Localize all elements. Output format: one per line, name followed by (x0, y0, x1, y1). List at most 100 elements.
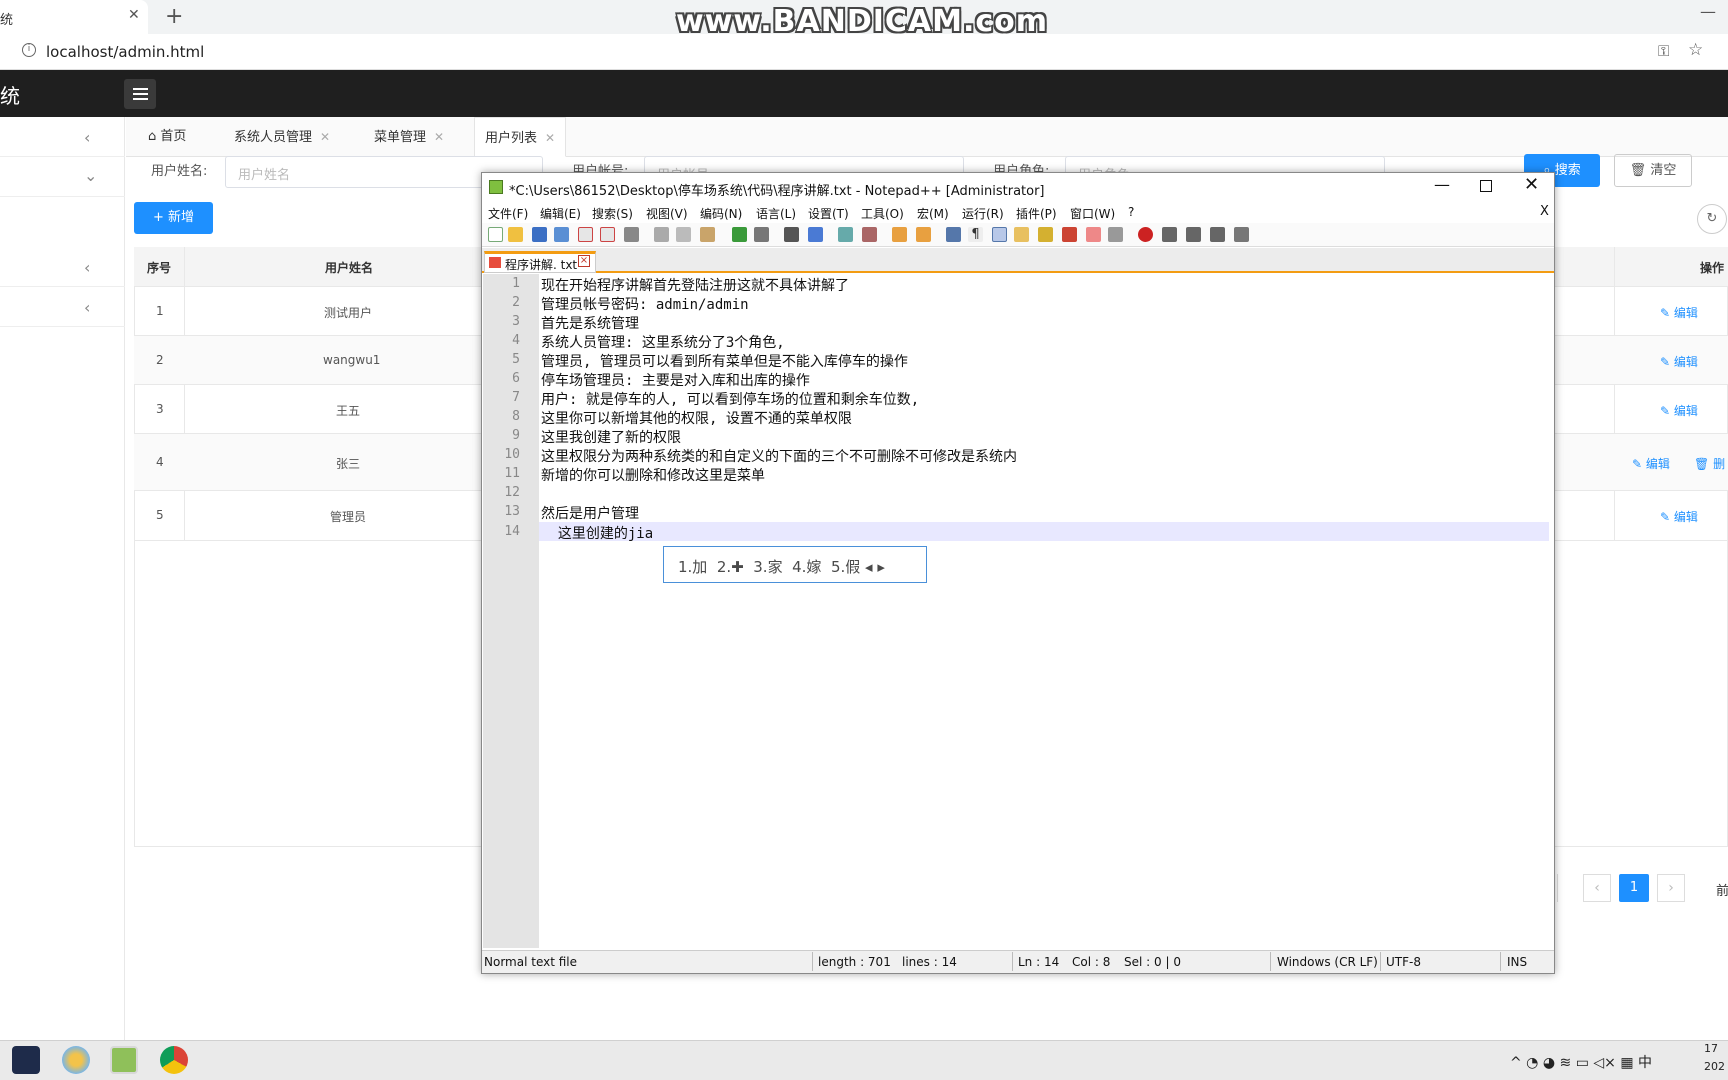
menu-toggle-button[interactable] (124, 79, 156, 109)
menu-encoding[interactable]: 编码(N) (700, 205, 742, 222)
copy-icon[interactable] (676, 227, 691, 242)
save-all-icon[interactable] (554, 227, 569, 242)
delete-button[interactable]: 🗑︎ 删 (1694, 455, 1725, 472)
bookmark-star-icon[interactable]: ☆ (1688, 40, 1703, 60)
close-file-icon[interactable] (578, 227, 593, 242)
minimize-icon[interactable]: — (1434, 175, 1450, 194)
replace-icon[interactable] (808, 227, 823, 242)
zoom-out-icon[interactable] (862, 227, 877, 242)
prev-page-icon[interactable]: ‹ (1583, 874, 1611, 902)
site-info-icon[interactable]: i (22, 43, 36, 57)
doc-map-icon[interactable] (1038, 227, 1053, 242)
stop-macro-icon[interactable] (1162, 227, 1177, 242)
menu-help[interactable]: ? (1128, 205, 1134, 219)
close-all-icon[interactable] (600, 227, 615, 242)
wrap-icon[interactable] (946, 227, 961, 242)
tab-home[interactable]: ⌂ 首页 (138, 117, 196, 157)
menu-view[interactable]: 视图(V) (646, 205, 688, 222)
new-file-icon[interactable] (488, 227, 503, 242)
play-macro-icon[interactable] (1186, 227, 1201, 242)
menu-run[interactable]: 运行(R) (962, 205, 1004, 222)
status-eol[interactable]: Windows (CR LF) (1277, 955, 1378, 969)
clock-time[interactable]: 17 (1704, 1042, 1718, 1055)
sidebar-item[interactable]: ‹ (0, 247, 125, 287)
line-number: 7 (512, 390, 520, 405)
tab-close-icon[interactable]: × (578, 255, 590, 267)
clock-date[interactable]: 202 (1704, 1060, 1725, 1073)
menu-language[interactable]: 语言(L) (756, 205, 796, 222)
print-icon[interactable] (624, 227, 639, 242)
menu-file[interactable]: 文件(F) (488, 205, 528, 222)
code-line: 这里我创建了新的权限 (541, 430, 681, 446)
window-minimize-icon[interactable]: — (1700, 2, 1716, 21)
close-icon[interactable]: ✕ (545, 131, 555, 145)
status-encoding[interactable]: UTF-8 (1386, 955, 1421, 969)
url-field[interactable]: localhost/admin.html (46, 43, 204, 61)
indent-guide-icon[interactable] (992, 227, 1007, 242)
edit-button[interactable]: ✎ 编辑 (1660, 402, 1698, 419)
close-document-icon[interactable]: X (1540, 204, 1549, 219)
line-number: 5 (512, 352, 520, 367)
edit-icon: ✎ (1660, 306, 1674, 320)
system-tray[interactable]: ^ ◔ ◕ ≋ ▭ ◁× ▦ 中 (1510, 1052, 1652, 1072)
tab-menu[interactable]: 菜单管理 ✕ (364, 117, 454, 157)
open-file-icon[interactable] (508, 227, 523, 242)
udl-icon[interactable] (1014, 227, 1029, 242)
tab-close-icon[interactable]: ✕ (128, 7, 140, 23)
sidebar-item[interactable]: ‹ (0, 117, 125, 157)
monitor-icon[interactable] (1108, 227, 1123, 242)
find-icon[interactable] (784, 227, 799, 242)
pilcrow-icon[interactable]: ¶ (968, 227, 983, 242)
sync-h-icon[interactable] (916, 227, 931, 242)
edit-button[interactable]: ✎ 编辑 (1660, 508, 1698, 525)
function-list-icon[interactable] (1062, 227, 1077, 242)
address-bar (0, 34, 1728, 70)
record-macro-icon[interactable] (1138, 227, 1153, 242)
run-macro-multiple-icon[interactable] (1210, 227, 1225, 242)
menu-macro[interactable]: 宏(M) (917, 205, 949, 222)
tab-staff[interactable]: 系统人员管理 ✕ (224, 117, 340, 157)
edit-button[interactable]: ✎ 编辑 (1632, 455, 1670, 472)
code-line: 用户: 就是停车的人, 可以看到停车场的位置和剩余车位数, (541, 392, 920, 408)
line-number: 13 (504, 504, 520, 519)
browser-tab[interactable] (0, 0, 148, 34)
refresh-icon[interactable]: ↻ (1697, 204, 1727, 234)
edit-button[interactable]: ✎ 编辑 (1660, 304, 1698, 321)
close-icon[interactable]: ✕ (1524, 174, 1539, 195)
redo-icon[interactable] (754, 227, 769, 242)
cut-icon[interactable] (654, 227, 669, 242)
menu-edit[interactable]: 编辑(E) (540, 205, 581, 222)
key-icon[interactable]: ⚿ (1658, 42, 1669, 60)
menu-window[interactable]: 窗口(W) (1070, 205, 1115, 222)
new-tab-icon[interactable]: + (165, 4, 183, 29)
app-icon[interactable] (62, 1046, 90, 1074)
notepad-app-icon (489, 180, 503, 194)
sidebar-item[interactable]: ‹ (0, 287, 125, 327)
next-page-icon[interactable]: › (1657, 874, 1685, 902)
save-icon[interactable] (532, 227, 547, 242)
intellij-icon[interactable] (12, 1046, 40, 1074)
close-icon[interactable]: ✕ (434, 130, 444, 144)
clear-button[interactable]: 🗑︎ 清空 (1614, 154, 1692, 187)
menu-plugins[interactable]: 插件(P) (1016, 205, 1057, 222)
menu-tools[interactable]: 工具(O) (861, 205, 904, 222)
add-button[interactable]: + 新增 (134, 202, 213, 234)
maximize-icon[interactable] (1480, 180, 1492, 192)
notepad-taskbar-icon[interactable] (110, 1046, 138, 1074)
ime-candidates[interactable]: 1.加 2.✚ 3.家 4.嫁 5.假 ◂ ▸ (678, 556, 885, 577)
folder-workspace-icon[interactable] (1086, 227, 1101, 242)
menu-settings[interactable]: 设置(T) (808, 205, 849, 222)
sidebar-item[interactable]: ⌄ (0, 157, 125, 197)
page-number[interactable]: 1 (1619, 874, 1649, 902)
chrome-icon[interactable] (160, 1046, 188, 1074)
notepad-tab-strip (482, 248, 1554, 273)
edit-button[interactable]: ✎ 编辑 (1660, 353, 1698, 370)
zoom-in-icon[interactable] (838, 227, 853, 242)
undo-icon[interactable] (732, 227, 747, 242)
sync-v-icon[interactable] (892, 227, 907, 242)
paste-icon[interactable] (700, 227, 715, 242)
tab-user-list[interactable]: 用户列表 ✕ (474, 117, 567, 157)
close-icon[interactable]: ✕ (320, 130, 330, 144)
menu-search[interactable]: 搜索(S) (592, 205, 633, 222)
save-macro-icon[interactable] (1234, 227, 1249, 242)
